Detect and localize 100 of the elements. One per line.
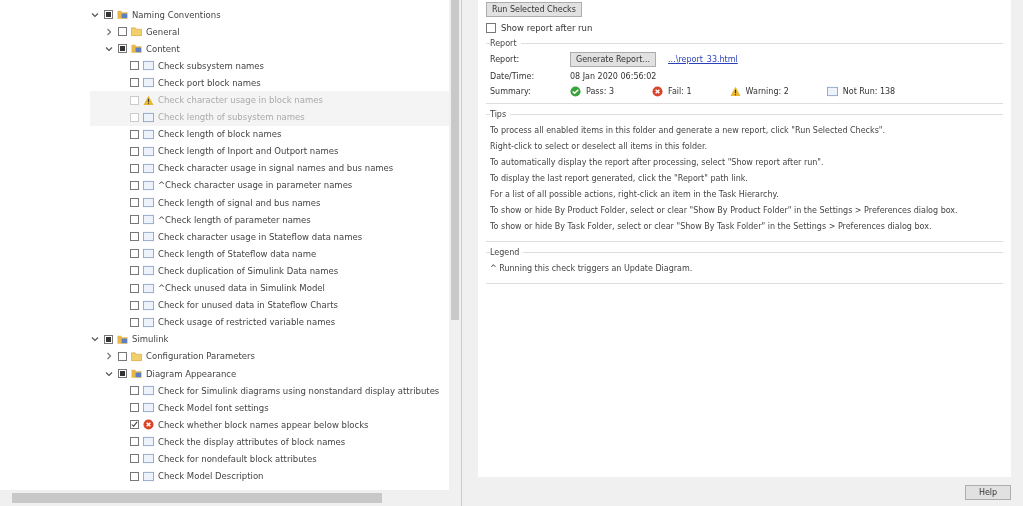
generate-report-button[interactable]: Generate Report...: [570, 52, 657, 67]
tree-item[interactable]: Check Model Description: [158, 471, 264, 482]
tree-item[interactable]: Content: [146, 43, 180, 54]
document-icon: [143, 197, 154, 209]
checkbox[interactable]: [130, 129, 139, 139]
tip-text: Right-click to select or deselect all items in this folder.: [490, 141, 708, 153]
checkbox[interactable]: [130, 437, 139, 447]
tip-text: To automatically display the report after processing, select "Show report after run".: [490, 157, 825, 169]
document-icon: [143, 453, 154, 465]
checkbox[interactable]: [130, 283, 139, 293]
tree-item[interactable]: Check port block names: [158, 77, 261, 88]
checkbox[interactable]: [104, 10, 113, 20]
tree-item[interactable]: ^Check character usage in parameter names: [158, 180, 353, 191]
tree-item[interactable]: ^Check unused data in Simulink Model: [158, 283, 325, 294]
tree-item[interactable]: Check for Simulink diagrams using nonstandard display attributes: [158, 385, 440, 396]
tree-item[interactable]: Check whether block names appear below blocks: [158, 419, 369, 430]
tree-item[interactable]: Simulink: [132, 334, 169, 345]
run-checks-button[interactable]: Run Selected Checks: [486, 2, 582, 17]
checkbox[interactable]: [118, 27, 127, 37]
document-icon: [143, 470, 154, 482]
checkbox[interactable]: [118, 369, 127, 378]
document-icon: [143, 402, 154, 414]
checkbox[interactable]: [130, 181, 139, 190]
document-icon: [143, 111, 154, 123]
document-icon: [143, 282, 154, 294]
section-title: Report: [490, 39, 518, 48]
tree-item[interactable]: Check duplication of Simulink Data names: [158, 265, 339, 276]
tree-item[interactable]: Check character usage in Stateflow data names: [158, 231, 363, 242]
report-link[interactable]: ...\report_33.html: [668, 55, 738, 64]
document-icon: [143, 128, 154, 140]
tree-item[interactable]: Check length of Stateflow data name: [158, 248, 317, 259]
tree-item[interactable]: Check subsystem names: [158, 60, 265, 71]
checkbox[interactable]: [130, 386, 139, 396]
document-icon: [143, 385, 154, 397]
tip-text: To show or hide By Task Folder, select or clear "Show By Task Folder" in the Settings > Preferences dialog box.: [490, 221, 933, 233]
checkbox[interactable]: [130, 454, 139, 464]
help-button[interactable]: Help: [965, 485, 1011, 500]
checkbox[interactable]: [130, 300, 139, 310]
document-icon: [143, 231, 154, 243]
tree-item[interactable]: Naming Conventions: [132, 9, 221, 20]
tree-item[interactable]: Check length of signal and bus names: [158, 197, 321, 208]
tree-item[interactable]: Check the display attributes of block names: [158, 436, 346, 447]
checkbox[interactable]: [486, 23, 496, 33]
tree-item[interactable]: Configuration Parameters: [146, 351, 255, 362]
field-value: 08 Jan 2020 06:56:02: [570, 72, 658, 81]
tip-text: To process all enabled items in this folder and generate a new report, click "Run Selected Checks".: [490, 125, 887, 137]
document-icon: [143, 60, 154, 72]
folder-icon: [131, 26, 142, 38]
expand-icon[interactable]: [104, 26, 114, 37]
tree-item[interactable]: Check for unused data in Stateflow Charts: [158, 300, 338, 311]
checkbox[interactable]: [130, 403, 139, 413]
document-icon: [143, 316, 154, 328]
checkbox[interactable]: [130, 317, 139, 327]
vertical-scrollbar[interactable]: [449, 0, 461, 490]
folder-icon: [117, 333, 128, 345]
tree-item[interactable]: Check for nondefault block attributes: [158, 454, 317, 464]
checkbox[interactable]: [130, 198, 139, 208]
fail-icon: [652, 86, 664, 97]
tip-text: To show or hide By Product Folder, select or clear "Show By Product Folder" in the Settings > Preferences dialog box.: [490, 205, 959, 217]
tree-item[interactable]: Check length of Inport and Outport names: [158, 146, 339, 157]
tree-item[interactable]: Check character usage in signal names and bus names: [158, 163, 394, 174]
tree-item[interactable]: General: [146, 26, 180, 37]
folder-icon: [131, 43, 142, 55]
checkbox[interactable]: [130, 420, 139, 430]
summary-count: Fail: 1: [668, 87, 692, 96]
tree-item[interactable]: Check length of block names: [158, 129, 282, 140]
document-icon: [143, 265, 154, 277]
checkbox[interactable]: [130, 215, 139, 225]
field-label: Summary:: [490, 87, 532, 96]
section-title: Legend: [490, 248, 521, 257]
document-icon: [143, 248, 154, 260]
checkbox[interactable]: [118, 44, 127, 54]
document-icon: [143, 214, 154, 226]
tree-item[interactable]: ^Check length of parameter names: [158, 214, 311, 225]
tree-item[interactable]: Check usage of restricted variable names: [158, 317, 336, 328]
checkbox[interactable]: [104, 334, 113, 344]
checkbox[interactable]: [130, 163, 139, 173]
tip-text: To display the last report generated, click the "Report" path link.: [490, 173, 749, 185]
horizontal-scrollbar[interactable]: [0, 490, 461, 506]
document-icon: [143, 299, 154, 311]
checkbox-label: Show report after run: [501, 23, 593, 33]
warning-icon: [143, 94, 154, 106]
section-title: Tips: [490, 110, 508, 119]
expand-icon[interactable]: [104, 351, 114, 362]
checkbox[interactable]: [130, 249, 139, 259]
summary-count: Warning: 2: [745, 87, 789, 96]
tree-item[interactable]: Diagram Appearance: [146, 368, 237, 379]
checkbox[interactable]: [130, 146, 139, 156]
warning-icon: [729, 86, 741, 97]
checkbox[interactable]: [130, 61, 139, 71]
checkbox[interactable]: [130, 471, 139, 481]
checkbox[interactable]: [130, 78, 139, 88]
checkbox[interactable]: [130, 232, 139, 242]
document-icon: [143, 162, 154, 174]
checkbox[interactable]: [130, 266, 139, 276]
fail-icon: [143, 419, 154, 431]
folder-icon: [131, 350, 142, 362]
checkbox[interactable]: [118, 351, 127, 361]
tree-item[interactable]: Check Model font settings: [158, 402, 269, 413]
folder-icon: [117, 9, 128, 21]
